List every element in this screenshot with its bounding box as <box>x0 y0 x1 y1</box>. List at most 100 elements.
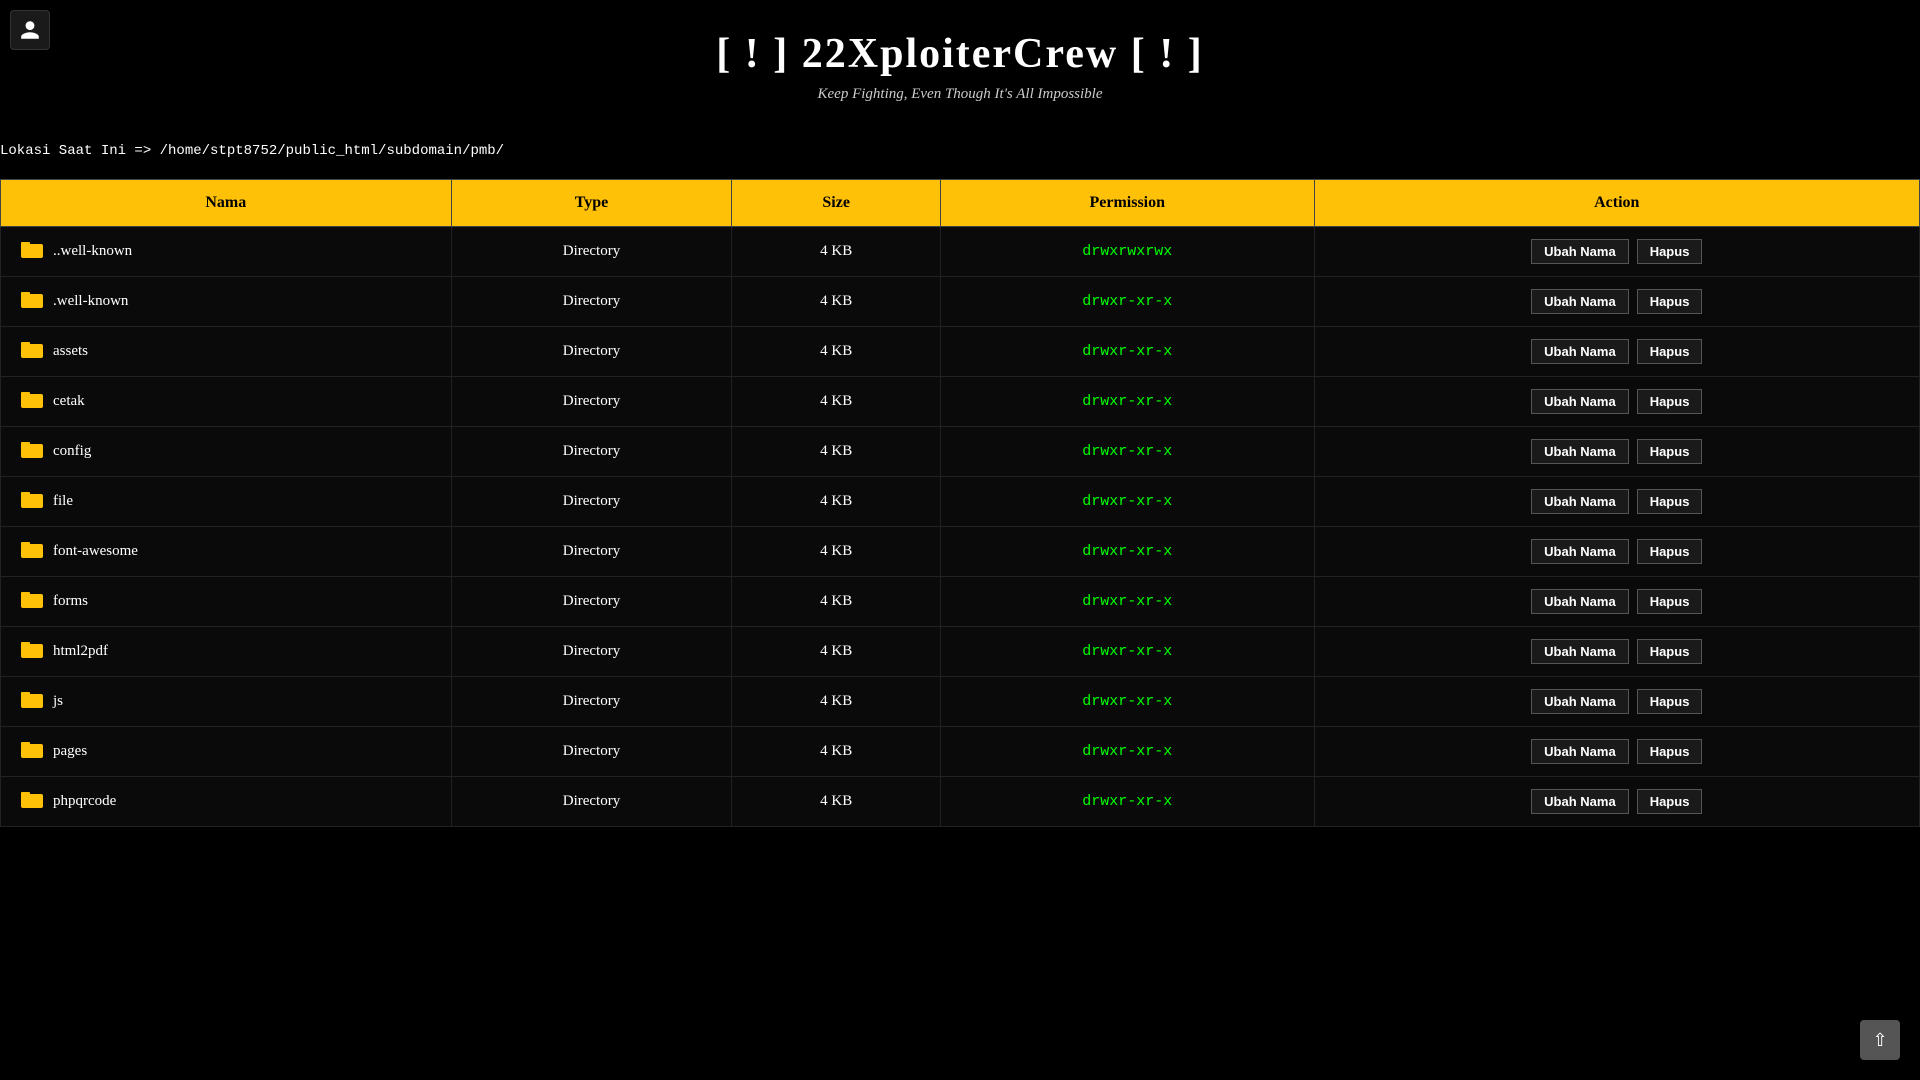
cell-action: Ubah Nama Hapus <box>1314 727 1919 777</box>
file-name: assets <box>53 343 88 360</box>
cell-type: Directory <box>451 727 732 777</box>
folder-icon <box>21 790 43 814</box>
cell-action: Ubah Nama Hapus <box>1314 577 1919 627</box>
cell-name: ..well-known <box>1 227 452 277</box>
cell-size: 4 KB <box>732 577 940 627</box>
table-row: forms Directory4 KBdrwxr-xr-xUbah NamaHa… <box>1 577 1920 627</box>
cell-action: Ubah Nama Hapus <box>1314 227 1919 277</box>
cell-permission: drwxr-xr-x <box>940 427 1314 477</box>
hapus-button[interactable]: Hapus <box>1637 739 1703 764</box>
col-header-nama: Nama <box>1 180 452 227</box>
table-row: font-awesome Directory4 KBdrwxr-xr-xUbah… <box>1 527 1920 577</box>
cell-permission: drwxr-xr-x <box>940 577 1314 627</box>
table-row: .well-known Directory4 KBdrwxr-xr-xUbah … <box>1 277 1920 327</box>
folder-icon <box>21 490 43 514</box>
table-row: js Directory4 KBdrwxr-xr-xUbah NamaHapus <box>1 677 1920 727</box>
cell-name: cetak <box>1 377 452 427</box>
folder-icon <box>21 340 43 364</box>
folder-icon <box>21 590 43 614</box>
cell-permission: drwxr-xr-x <box>940 477 1314 527</box>
table-row: file Directory4 KBdrwxr-xr-xUbah NamaHap… <box>1 477 1920 527</box>
header: [ ! ] 22XploiterCrew [ ! ] Keep Fighting… <box>0 0 1920 123</box>
cell-permission: drwxr-xr-x <box>940 527 1314 577</box>
hapus-button[interactable]: Hapus <box>1637 689 1703 714</box>
cell-type: Directory <box>451 527 732 577</box>
cell-action: Ubah Nama Hapus <box>1314 427 1919 477</box>
folder-icon <box>21 440 43 464</box>
page-title: [ ! ] 22XploiterCrew [ ! ] <box>0 30 1920 78</box>
file-name: cetak <box>53 393 85 410</box>
hapus-button[interactable]: Hapus <box>1637 639 1703 664</box>
arrow-up-icon: ⇧ <box>1872 1030 1887 1051</box>
file-table-container: Nama Type Size Permission Action ..well-… <box>0 179 1920 827</box>
file-name: .well-known <box>53 293 128 310</box>
hapus-button[interactable]: Hapus <box>1637 489 1703 514</box>
cell-name: assets <box>1 327 452 377</box>
hapus-button[interactable]: Hapus <box>1637 289 1703 314</box>
cell-permission: drwxr-xr-x <box>940 727 1314 777</box>
cell-type: Directory <box>451 327 732 377</box>
table-row: pages Directory4 KBdrwxr-xr-xUbah NamaHa… <box>1 727 1920 777</box>
ubah-nama-button[interactable]: Ubah Nama <box>1531 589 1629 614</box>
hapus-button[interactable]: Hapus <box>1637 239 1703 264</box>
file-name: font-awesome <box>53 543 138 560</box>
scroll-top-button[interactable]: ⇧ <box>1860 1020 1900 1060</box>
cell-size: 4 KB <box>732 427 940 477</box>
cell-action: Ubah Nama Hapus <box>1314 377 1919 427</box>
cell-name: js <box>1 677 452 727</box>
cell-size: 4 KB <box>732 677 940 727</box>
folder-icon <box>21 290 43 314</box>
folder-icon <box>21 640 43 664</box>
cell-name: forms <box>1 577 452 627</box>
ubah-nama-button[interactable]: Ubah Nama <box>1531 339 1629 364</box>
folder-icon <box>21 390 43 414</box>
table-header-row: Nama Type Size Permission Action <box>1 180 1920 227</box>
hapus-button[interactable]: Hapus <box>1637 789 1703 814</box>
cell-type: Directory <box>451 627 732 677</box>
ubah-nama-button[interactable]: Ubah Nama <box>1531 439 1629 464</box>
table-row: cetak Directory4 KBdrwxr-xr-xUbah NamaHa… <box>1 377 1920 427</box>
file-table: Nama Type Size Permission Action ..well-… <box>0 179 1920 827</box>
cell-name: .well-known <box>1 277 452 327</box>
table-row: phpqrcode Directory4 KBdrwxr-xr-xUbah Na… <box>1 777 1920 827</box>
cell-size: 4 KB <box>732 227 940 277</box>
ubah-nama-button[interactable]: Ubah Nama <box>1531 289 1629 314</box>
hapus-button[interactable]: Hapus <box>1637 539 1703 564</box>
ubah-nama-button[interactable]: Ubah Nama <box>1531 239 1629 264</box>
col-header-action: Action <box>1314 180 1919 227</box>
file-name: pages <box>53 743 87 760</box>
folder-icon <box>21 240 43 264</box>
hapus-button[interactable]: Hapus <box>1637 589 1703 614</box>
file-name: ..well-known <box>53 243 132 260</box>
location-bar: Lokasi Saat Ini => /home/stpt8752/public… <box>0 123 1920 169</box>
page-subtitle: Keep Fighting, Even Though It's All Impo… <box>0 86 1920 103</box>
ubah-nama-button[interactable]: Ubah Nama <box>1531 489 1629 514</box>
cell-size: 4 KB <box>732 477 940 527</box>
col-header-size: Size <box>732 180 940 227</box>
ubah-nama-button[interactable]: Ubah Nama <box>1531 789 1629 814</box>
ubah-nama-button[interactable]: Ubah Nama <box>1531 389 1629 414</box>
cell-permission: drwxr-xr-x <box>940 777 1314 827</box>
file-name: html2pdf <box>53 643 108 660</box>
hapus-button[interactable]: Hapus <box>1637 339 1703 364</box>
cell-name: html2pdf <box>1 627 452 677</box>
cell-permission: drwxr-xr-x <box>940 327 1314 377</box>
user-icon-button[interactable] <box>10 10 50 50</box>
cell-action: Ubah Nama Hapus <box>1314 677 1919 727</box>
file-name: config <box>53 443 91 460</box>
col-header-type: Type <box>451 180 732 227</box>
col-header-permission: Permission <box>940 180 1314 227</box>
hapus-button[interactable]: Hapus <box>1637 389 1703 414</box>
table-row: config Directory4 KBdrwxr-xr-xUbah NamaH… <box>1 427 1920 477</box>
cell-action: Ubah Nama Hapus <box>1314 477 1919 527</box>
ubah-nama-button[interactable]: Ubah Nama <box>1531 639 1629 664</box>
ubah-nama-button[interactable]: Ubah Nama <box>1531 689 1629 714</box>
hapus-button[interactable]: Hapus <box>1637 439 1703 464</box>
cell-name: pages <box>1 727 452 777</box>
ubah-nama-button[interactable]: Ubah Nama <box>1531 539 1629 564</box>
cell-size: 4 KB <box>732 327 940 377</box>
cell-size: 4 KB <box>732 777 940 827</box>
cell-name: font-awesome <box>1 527 452 577</box>
ubah-nama-button[interactable]: Ubah Nama <box>1531 739 1629 764</box>
cell-type: Directory <box>451 477 732 527</box>
